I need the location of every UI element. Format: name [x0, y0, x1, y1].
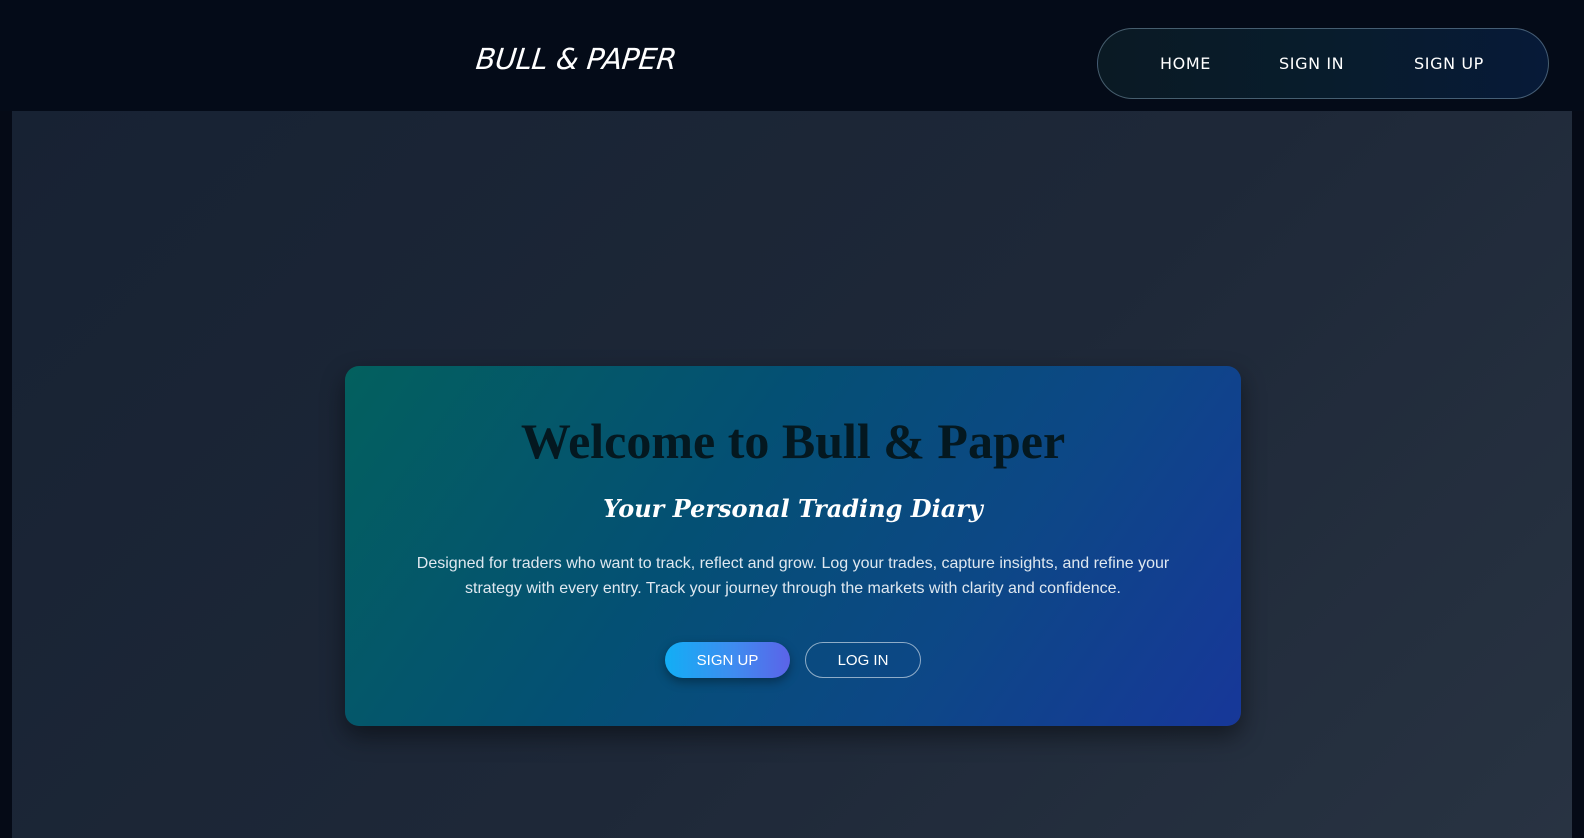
- top-header: BULL & PAPER HOME SIGN IN SIGN UP: [0, 0, 1584, 111]
- nav-home-link[interactable]: HOME: [1160, 54, 1211, 73]
- nav-sign-up-link[interactable]: SIGN UP: [1414, 54, 1484, 73]
- nav-sign-in-link[interactable]: SIGN IN: [1279, 54, 1344, 73]
- brand-logo[interactable]: BULL & PAPER: [474, 42, 678, 76]
- main-nav: HOME SIGN IN SIGN UP: [1097, 28, 1549, 99]
- log-in-button[interactable]: LOG IN: [805, 642, 921, 678]
- hero-description: Designed for traders who want to track, …: [416, 555, 1170, 597]
- hero-title: Welcome to Bull & Paper: [520, 413, 1066, 469]
- hero-card: Welcome to Bull & Paper Your Personal Tr…: [345, 366, 1241, 726]
- hero-subtitle: Your Personal Trading Diary: [603, 494, 983, 523]
- sign-up-button[interactable]: SIGN UP: [665, 642, 790, 678]
